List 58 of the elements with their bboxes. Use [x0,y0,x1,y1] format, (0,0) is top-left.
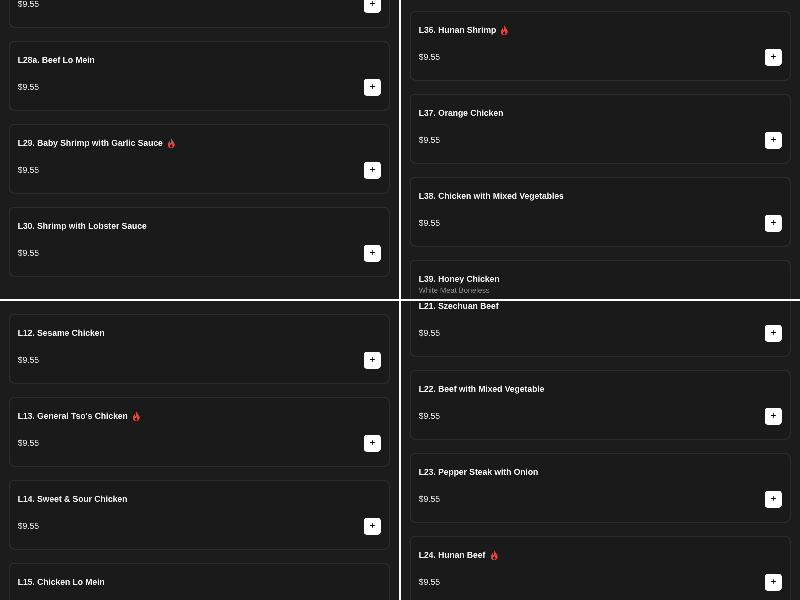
item-price: $9.55 [419,410,440,423]
item-title: L28a. Beef Lo Mein [18,54,95,67]
menu-item-card[interactable]: L12. Sesame Chicken $9.55 + [9,314,390,384]
item-title: L38. Chicken with Mixed Vegetables [419,190,564,203]
item-title: L29. Baby Shrimp with Garlic Sauce [18,137,164,150]
item-price: $9.55 [18,164,40,177]
menu-item-card[interactable]: L29. Baby Shrimp with Garlic Sauce $9.55 + [9,124,390,194]
item-price: $9.55 [419,493,440,506]
item-price: $9.55 [419,217,440,230]
menu-item-card[interactable]: $9.55 + [9,0,390,28]
add-button[interactable]: + [765,408,782,425]
menu-item-card[interactable]: L37. Orange Chicken $9.55 + [410,94,791,164]
add-button[interactable]: + [765,215,782,232]
item-price: $9.55 [18,0,40,11]
add-button[interactable]: + [364,0,381,13]
item-title: L37. Orange Chicken [419,107,504,120]
add-button[interactable]: + [765,49,782,66]
menu-item-card[interactable]: L13. General Tso's Chicken $9.55 + [9,397,390,467]
item-price: $9.55 [419,134,440,147]
add-button[interactable]: + [364,79,381,96]
menu-item-card[interactable]: L38. Chicken with Mixed Vegetables $9.55 + [410,177,791,247]
add-button[interactable]: + [364,518,381,535]
item-title: L36. Hunan Shrimp [419,24,496,37]
add-button[interactable]: + [765,132,782,149]
item-title: L23. Pepper Steak with Onion [419,466,538,479]
menu-item-card[interactable]: L15. Chicken Lo Mein [9,563,390,600]
item-title: L14. Sweet & Sour Chicken [18,493,128,506]
menu-item-card[interactable]: L36. Hunan Shrimp $9.55 + [410,11,791,81]
item-title: L21. Szechuan Beef [419,301,499,313]
item-price: $9.55 [419,576,440,589]
menu-item-card[interactable]: L14. Sweet & Sour Chicken $9.55 + [9,480,390,550]
add-button[interactable]: + [765,491,782,508]
menu-item-card[interactable]: L30. Shrimp with Lobster Sauce $9.55 + [9,207,390,277]
item-title: L22. Beef with Mixed Vegetable [419,383,545,396]
add-button[interactable]: + [364,245,381,262]
item-price: $9.55 [419,327,440,340]
menu-item-card[interactable]: L24. Hunan Beef $9.55 + [410,536,791,600]
item-title: L24. Hunan Beef [419,549,486,562]
item-price: $9.55 [18,437,40,450]
item-price: $9.55 [18,520,40,533]
add-button[interactable]: + [765,574,782,591]
menu-item-card[interactable]: L22. Beef with Mixed Vegetable $9.55 + [410,370,791,440]
add-button[interactable]: + [765,325,782,342]
item-title: L13. General Tso's Chicken [18,410,128,423]
add-button[interactable]: + [364,352,381,369]
add-button[interactable]: + [364,435,381,452]
item-title: L30. Shrimp with Lobster Sauce [18,220,147,233]
item-price: $9.55 [18,247,40,260]
item-price: $9.55 [18,81,40,94]
item-price: $9.55 [18,354,40,367]
item-price: $9.55 [419,51,440,64]
menu-item-card[interactable]: L28a. Beef Lo Mein $9.55 + [9,41,390,111]
item-title: L39. Honey Chicken [419,273,500,286]
menu-item-card[interactable]: L23. Pepper Steak with Onion $9.55 + [410,453,791,523]
item-title: L15. Chicken Lo Mein [18,576,105,589]
add-button[interactable]: + [364,162,381,179]
item-title: L12. Sesame Chicken [18,327,105,340]
menu-item-card[interactable]: L21. Szechuan Beef $9.55 + [410,301,791,357]
